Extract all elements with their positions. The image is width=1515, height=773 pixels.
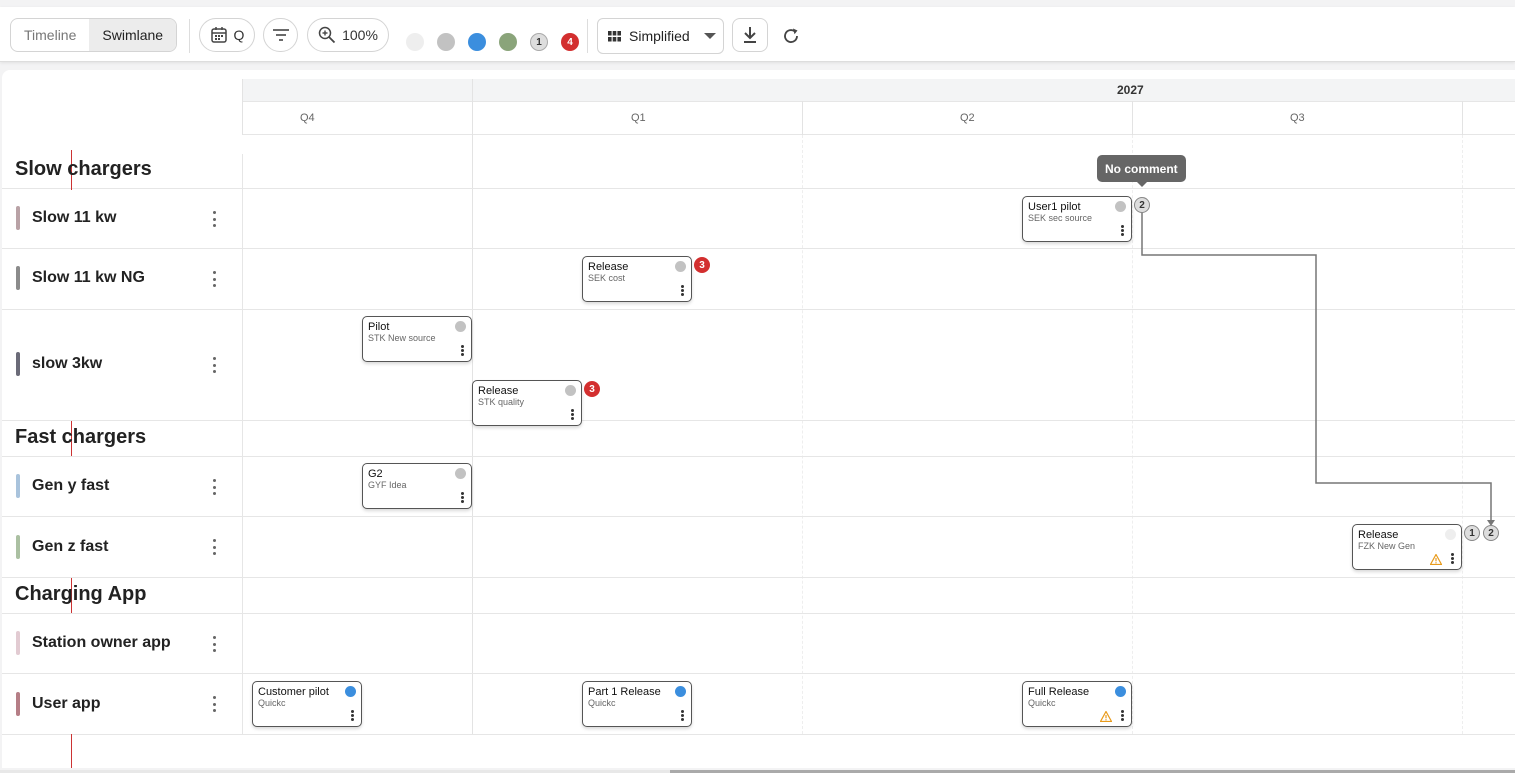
toolbar: Timeline Swimlane Q 100% 1 4 Simplified	[0, 7, 1515, 62]
milestone-card[interactable]: Release FZK New Gen	[1352, 524, 1462, 570]
count-badge-red[interactable]: 4	[561, 33, 579, 51]
milestone-card[interactable]: Release SEK cost	[582, 256, 692, 302]
card-title: Full Release	[1028, 686, 1090, 698]
card-subtitle: FZK New Gen	[1358, 541, 1416, 551]
milestone-card[interactable]: Part 1 Release Quickc	[582, 681, 692, 727]
card-status-dot	[1115, 686, 1126, 697]
card-subtitle: Quickc	[1028, 698, 1056, 708]
filter-button[interactable]	[263, 18, 298, 52]
zoom-in-icon	[318, 26, 336, 44]
caret-down-icon	[703, 32, 716, 39]
refresh-icon	[784, 28, 798, 43]
card-menu-icon[interactable]	[681, 285, 684, 296]
warning-icon	[1100, 711, 1112, 722]
card-status-dot	[345, 686, 356, 697]
grid-icon	[608, 30, 621, 41]
card-menu-icon[interactable]	[681, 710, 684, 721]
card-subtitle: SEK sec source	[1028, 213, 1093, 223]
milestone-card[interactable]: User1 pilot SEK sec source	[1022, 196, 1132, 242]
mode-label: Simplified	[629, 28, 690, 44]
milestone-card[interactable]: Release STK quality	[472, 380, 582, 426]
milestone-card[interactable]: G2 GYF Idea	[362, 463, 472, 509]
refresh-button[interactable]	[777, 22, 805, 50]
card-title: Release	[588, 261, 629, 273]
swimlane-board: 2027 Q4 Q1 Q2 Q3 Slow chargers Fast char…	[2, 70, 1515, 768]
warning-icon	[1430, 554, 1442, 565]
view-switch: Timeline Swimlane	[10, 18, 178, 52]
card-status-dot	[1115, 201, 1126, 212]
status-filter-in-progress[interactable]	[468, 33, 486, 51]
card-status-dot	[675, 686, 686, 697]
card-menu-icon[interactable]	[571, 409, 574, 420]
card-title: Release	[478, 385, 519, 397]
zoom-button[interactable]: 100%	[307, 18, 389, 52]
period-label: Q	[233, 27, 245, 43]
divider	[189, 19, 190, 53]
dependency-badge-target-1[interactable]: 1	[1464, 525, 1480, 541]
card-menu-icon[interactable]	[1451, 553, 1454, 564]
calendar-icon	[210, 27, 227, 43]
milestone-card[interactable]: Full Release Quickc	[1022, 681, 1132, 727]
milestone-card[interactable]: Pilot STK New source	[362, 316, 472, 362]
dependency-badge-target-2[interactable]: 2	[1483, 525, 1499, 541]
filter-icon	[272, 29, 289, 41]
card-status-dot	[455, 321, 466, 332]
divider	[587, 19, 588, 53]
view-swimlane-button[interactable]: Swimlane	[89, 19, 177, 51]
card-status-dot	[675, 261, 686, 272]
dependency-connector	[1141, 212, 1495, 526]
card-subtitle: STK New source	[368, 333, 436, 343]
card-subtitle: STK quality	[478, 397, 525, 407]
status-filter-done[interactable]	[499, 33, 517, 51]
card-subtitle: SEK cost	[588, 273, 626, 283]
download-button[interactable]	[732, 18, 768, 52]
mode-select[interactable]: Simplified	[597, 18, 724, 54]
card-title: Part 1 Release	[588, 686, 661, 698]
card-status-dot	[455, 468, 466, 479]
zoom-label: 100%	[342, 27, 378, 43]
status-filter-planned[interactable]	[437, 33, 455, 51]
card-menu-icon[interactable]	[1121, 710, 1124, 721]
period-button[interactable]: Q	[199, 18, 255, 52]
card-subtitle: Quickc	[258, 698, 286, 708]
card-title: Customer pilot	[258, 686, 329, 698]
card-title: User1 pilot	[1028, 201, 1081, 213]
card-count-badge[interactable]: 3	[584, 381, 600, 397]
status-filter-new[interactable]	[406, 33, 424, 51]
card-subtitle: Quickc	[588, 698, 616, 708]
card-menu-icon[interactable]	[351, 710, 354, 721]
card-title: G2	[368, 468, 383, 480]
card-status-dot	[565, 385, 576, 396]
card-title: Release	[1358, 529, 1399, 541]
card-menu-icon[interactable]	[461, 345, 464, 356]
card-title: Pilot	[368, 321, 390, 333]
card-subtitle: GYF Idea	[368, 480, 407, 490]
download-icon	[744, 27, 756, 43]
card-menu-icon[interactable]	[1121, 225, 1124, 236]
count-badge-grey[interactable]: 1	[530, 33, 548, 51]
dependency-badge-source[interactable]: 2	[1134, 197, 1150, 213]
milestone-card[interactable]: Customer pilot Quickc	[252, 681, 362, 727]
card-menu-icon[interactable]	[461, 492, 464, 503]
dependency-tooltip: No comment	[1097, 155, 1186, 187]
card-count-badge[interactable]: 3	[694, 257, 710, 273]
card-status-dot	[1445, 529, 1456, 540]
view-timeline-button[interactable]: Timeline	[11, 19, 89, 51]
